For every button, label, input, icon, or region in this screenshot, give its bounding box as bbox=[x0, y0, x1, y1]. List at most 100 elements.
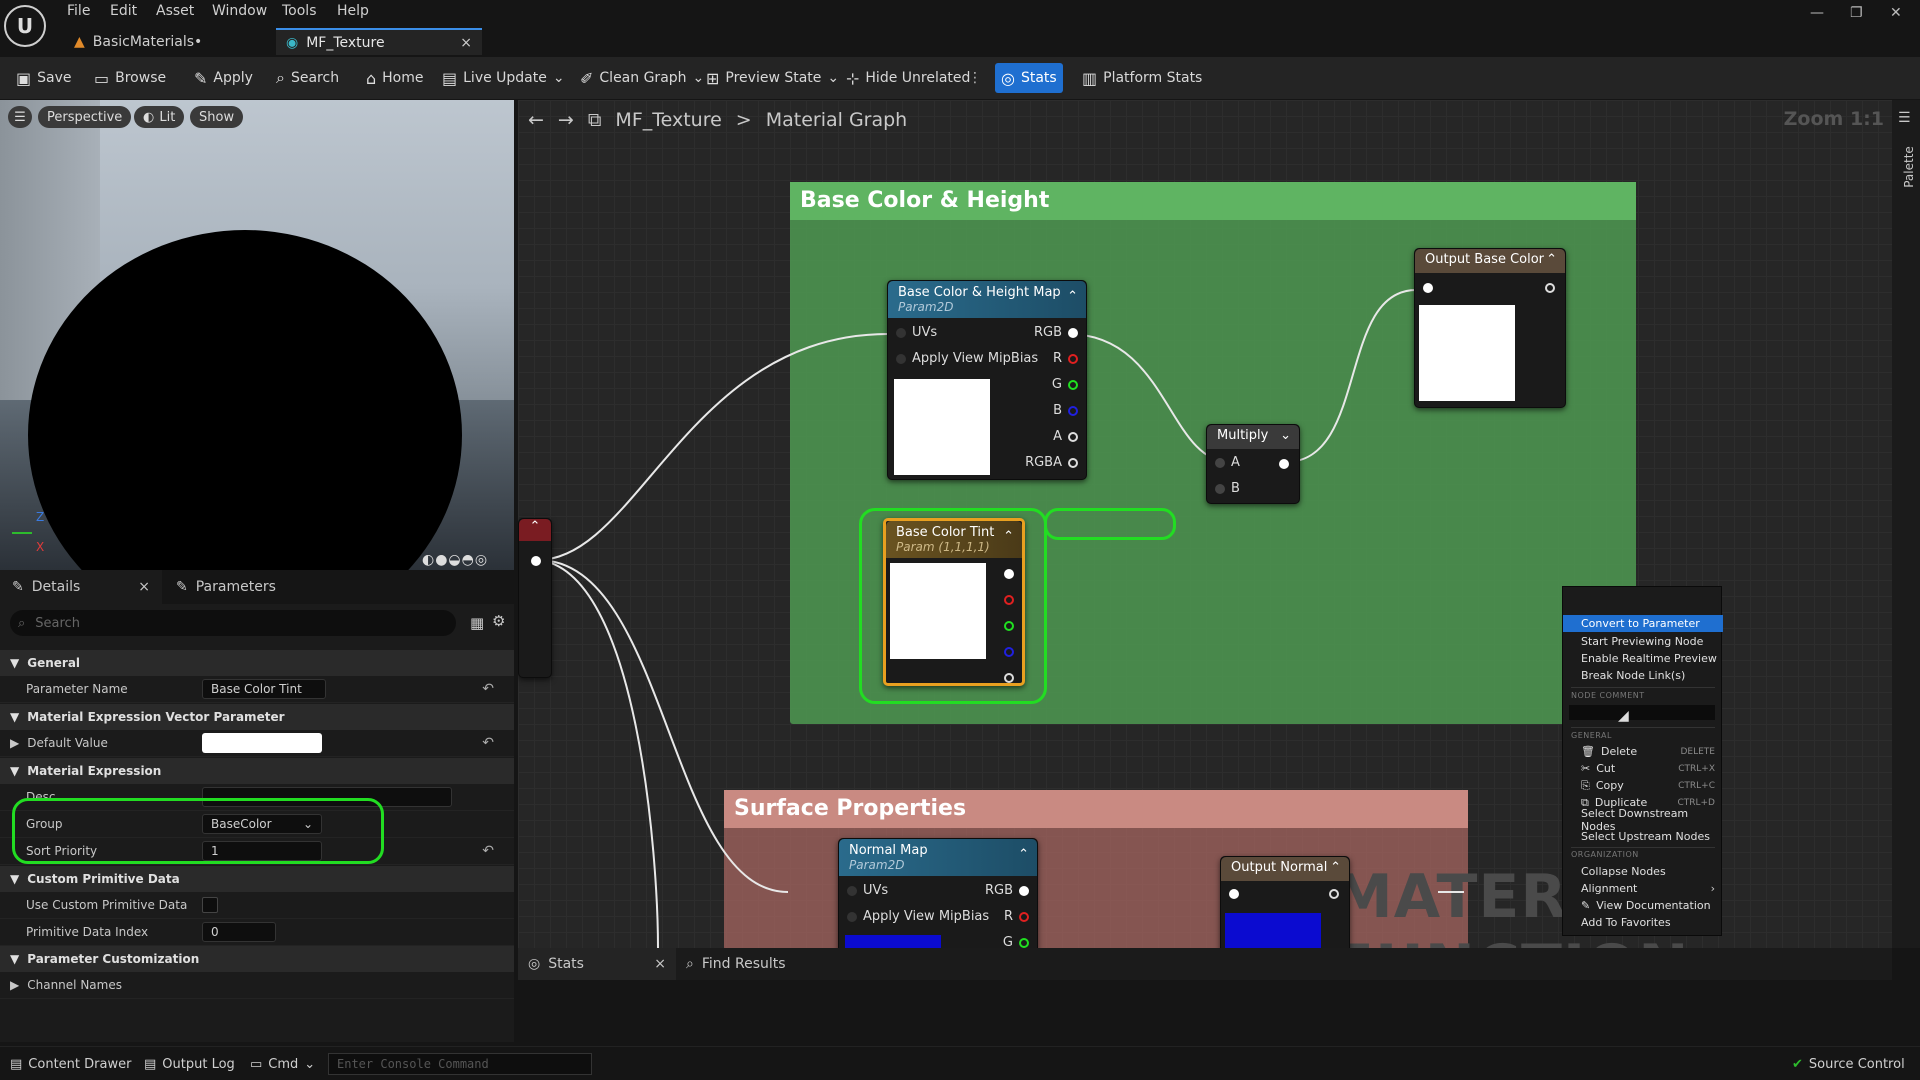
pin-g[interactable]: G bbox=[1003, 935, 1029, 948]
tab-basic-materials[interactable]: ▲ BasicMaterials• bbox=[64, 28, 274, 55]
show-button[interactable]: Show bbox=[190, 106, 244, 128]
perspective-button[interactable]: Perspective bbox=[38, 106, 132, 128]
node-output-base-color[interactable]: Output Base Color ⌃ bbox=[1414, 248, 1566, 408]
platform-stats-button[interactable]: ▥ Platform Stats bbox=[1076, 63, 1208, 93]
menu-alignment[interactable]: Alignment › bbox=[1563, 880, 1723, 897]
tab-close-icon[interactable]: × bbox=[460, 35, 472, 51]
section-custom-primitive-data[interactable]: ▼ Custom Primitive Data bbox=[0, 866, 514, 892]
node-comment-input[interactable] bbox=[1569, 705, 1715, 720]
node-output-normal[interactable]: Output Normal ⌃ bbox=[1220, 856, 1350, 948]
collapse-icon[interactable]: ⌃ bbox=[1067, 289, 1078, 304]
tab-details[interactable]: ✎ Details × bbox=[0, 570, 162, 604]
chevron-down-icon[interactable]: ⌄ bbox=[1280, 428, 1291, 443]
clean-graph-button[interactable]: ✐ Clean Graph ⌄ bbox=[574, 63, 710, 93]
pin-r[interactable]: R bbox=[1004, 909, 1029, 924]
menu-start-previewing[interactable]: Start Previewing Node bbox=[1563, 633, 1723, 650]
expand-arrow-icon[interactable]: ▶ bbox=[10, 736, 19, 750]
output-pin[interactable] bbox=[531, 556, 541, 566]
console-command-input[interactable]: Enter Console Command bbox=[328, 1053, 592, 1075]
close-window-button[interactable]: ✕ bbox=[1890, 5, 1902, 21]
menu-delete[interactable]: 🗑 Delete DELETE bbox=[1563, 743, 1723, 760]
maximize-button[interactable]: ❐ bbox=[1850, 5, 1863, 21]
material-graph-canvas[interactable]: ← → ⧉ MF_Texture > Material Graph Zoom 1… bbox=[518, 100, 1892, 948]
menu-view-documentation[interactable]: ✎ View Documentation bbox=[1563, 897, 1723, 914]
menu-collapse-nodes[interactable]: Collapse Nodes bbox=[1563, 863, 1723, 880]
output-pin[interactable] bbox=[1545, 283, 1555, 293]
collapse-icon[interactable]: ⌃ bbox=[1546, 252, 1557, 267]
collapse-icon[interactable]: ⌃ bbox=[519, 519, 551, 541]
menu-window[interactable]: Window bbox=[212, 3, 267, 19]
menu-enable-realtime-preview[interactable]: Enable Realtime Preview bbox=[1563, 650, 1723, 667]
source-control-button[interactable]: ✔ Source Control bbox=[1792, 1053, 1905, 1075]
pin-uvs[interactable]: UVs bbox=[896, 325, 937, 340]
section-vector-parameter[interactable]: ▼ Material Expression Vector Parameter bbox=[0, 704, 514, 730]
expand-arrow-icon[interactable]: ▶ bbox=[10, 978, 19, 992]
menu-help[interactable]: Help bbox=[337, 3, 369, 19]
browse-button[interactable]: ▭ Browse bbox=[88, 63, 172, 93]
node-multiply[interactable]: Multiply ⌄ A B bbox=[1206, 424, 1300, 504]
pin-rgb[interactable]: RGB bbox=[1034, 325, 1078, 340]
collapse-icon[interactable]: ⌃ bbox=[1018, 847, 1029, 862]
close-icon[interactable]: × bbox=[654, 956, 666, 972]
live-update-button[interactable]: ▤ Live Update ⌄ bbox=[436, 63, 571, 93]
pin-mipbias[interactable]: Apply View MipBias bbox=[896, 351, 1038, 366]
tab-mf-texture[interactable]: ◉ MF_Texture × bbox=[276, 28, 482, 55]
pin-uvs[interactable]: UVs bbox=[847, 883, 888, 898]
output-log-button[interactable]: ▤ Output Log bbox=[144, 1053, 235, 1075]
pin-a[interactable]: A bbox=[1053, 429, 1078, 444]
output-pin[interactable] bbox=[1329, 889, 1339, 899]
lit-button[interactable]: ◐ Lit bbox=[134, 106, 185, 128]
viewport-menu-icon[interactable]: ☰ bbox=[8, 106, 32, 128]
node-normal-map[interactable]: Normal Map Param2D ⌃ UVs Apply View MipBia… bbox=[838, 838, 1038, 948]
pin-rgb[interactable]: RGB bbox=[985, 883, 1029, 898]
hide-unrelated-button[interactable]: ⊹ Hide Unrelated bbox=[840, 63, 976, 93]
menu-cut[interactable]: ✂ Cut CTRL+X bbox=[1563, 760, 1723, 777]
collapse-icon[interactable]: ⌃ bbox=[1330, 860, 1341, 875]
default-value-color-swatch[interactable] bbox=[202, 733, 322, 753]
menu-select-downstream[interactable]: Select Downstream Nodes bbox=[1563, 807, 1723, 833]
pin-g[interactable]: G bbox=[1052, 377, 1078, 392]
menu-tools[interactable]: Tools bbox=[282, 3, 317, 19]
unreal-logo-icon[interactable]: U bbox=[4, 5, 46, 47]
table-view-icon[interactable]: ▦ bbox=[470, 614, 484, 632]
apply-button[interactable]: ✎ Apply bbox=[188, 63, 259, 93]
content-drawer-button[interactable]: ▤ Content Drawer bbox=[10, 1053, 131, 1075]
reset-icon[interactable]: ↶ bbox=[482, 735, 494, 751]
input-pin[interactable] bbox=[1423, 283, 1433, 293]
section-general[interactable]: ▼ General bbox=[0, 650, 514, 676]
pin-a[interactable]: A bbox=[1215, 455, 1240, 470]
reset-icon[interactable]: ↶ bbox=[482, 681, 494, 697]
preview-shape-icons[interactable]: ◐●◒◓◎ bbox=[422, 552, 488, 568]
pin-b[interactable]: B bbox=[1053, 403, 1078, 418]
details-search-input[interactable]: ⌕ Search bbox=[10, 610, 456, 636]
save-button[interactable]: ▣ Save bbox=[10, 63, 78, 93]
preview-viewport[interactable]: ☰ Perspective ◐ Lit Show Z X ◐●◒◓◎ bbox=[0, 100, 514, 570]
close-icon[interactable]: × bbox=[138, 579, 150, 595]
home-button[interactable]: ⌂ Home bbox=[360, 63, 430, 93]
reset-icon[interactable]: ↶ bbox=[482, 843, 494, 859]
menu-add-favorites[interactable]: Add To Favorites bbox=[1563, 914, 1723, 931]
more-options-icon[interactable]: ⋮ bbox=[962, 63, 988, 93]
section-material-expression[interactable]: ▼ Material Expression bbox=[0, 758, 514, 784]
tab-stats[interactable]: ◎ Stats × bbox=[518, 948, 676, 980]
pin-mipbias[interactable]: Apply View MipBias bbox=[847, 909, 989, 924]
cmd-dropdown[interactable]: ▭ Cmd ⌄ bbox=[250, 1053, 315, 1075]
input-pin[interactable] bbox=[1229, 889, 1239, 899]
node-base-color-height-map[interactable]: Base Color & Height Map Param2D ⌃ UVs Appl… bbox=[887, 280, 1087, 480]
resize-grip-icon[interactable]: ◢ bbox=[1618, 708, 1629, 724]
menu-copy[interactable]: ⎘ Copy CTRL+C bbox=[1563, 777, 1723, 794]
minimize-button[interactable]: — bbox=[1810, 5, 1824, 21]
menu-edit[interactable]: Edit bbox=[110, 3, 137, 19]
pin-rgba[interactable]: RGBA bbox=[1025, 455, 1078, 470]
menu-icon[interactable]: ☰ bbox=[1898, 110, 1911, 126]
menu-asset[interactable]: Asset bbox=[156, 3, 194, 19]
menu-break-node-links[interactable]: Break Node Link(s) bbox=[1563, 667, 1723, 684]
stats-button[interactable]: ◎ Stats bbox=[995, 63, 1063, 93]
pin-r[interactable]: R bbox=[1053, 351, 1078, 366]
pin-b[interactable]: B bbox=[1215, 481, 1240, 496]
parameter-name-field[interactable]: Base Color Tint bbox=[202, 679, 326, 699]
preview-state-button[interactable]: ⊞ Preview State ⌄ bbox=[700, 63, 845, 93]
menu-convert-to-parameter[interactable]: Convert to Parameter bbox=[1563, 615, 1723, 632]
tab-find-results[interactable]: ⌕ Find Results bbox=[686, 948, 786, 980]
tab-parameters[interactable]: ✎ Parameters bbox=[164, 570, 288, 604]
